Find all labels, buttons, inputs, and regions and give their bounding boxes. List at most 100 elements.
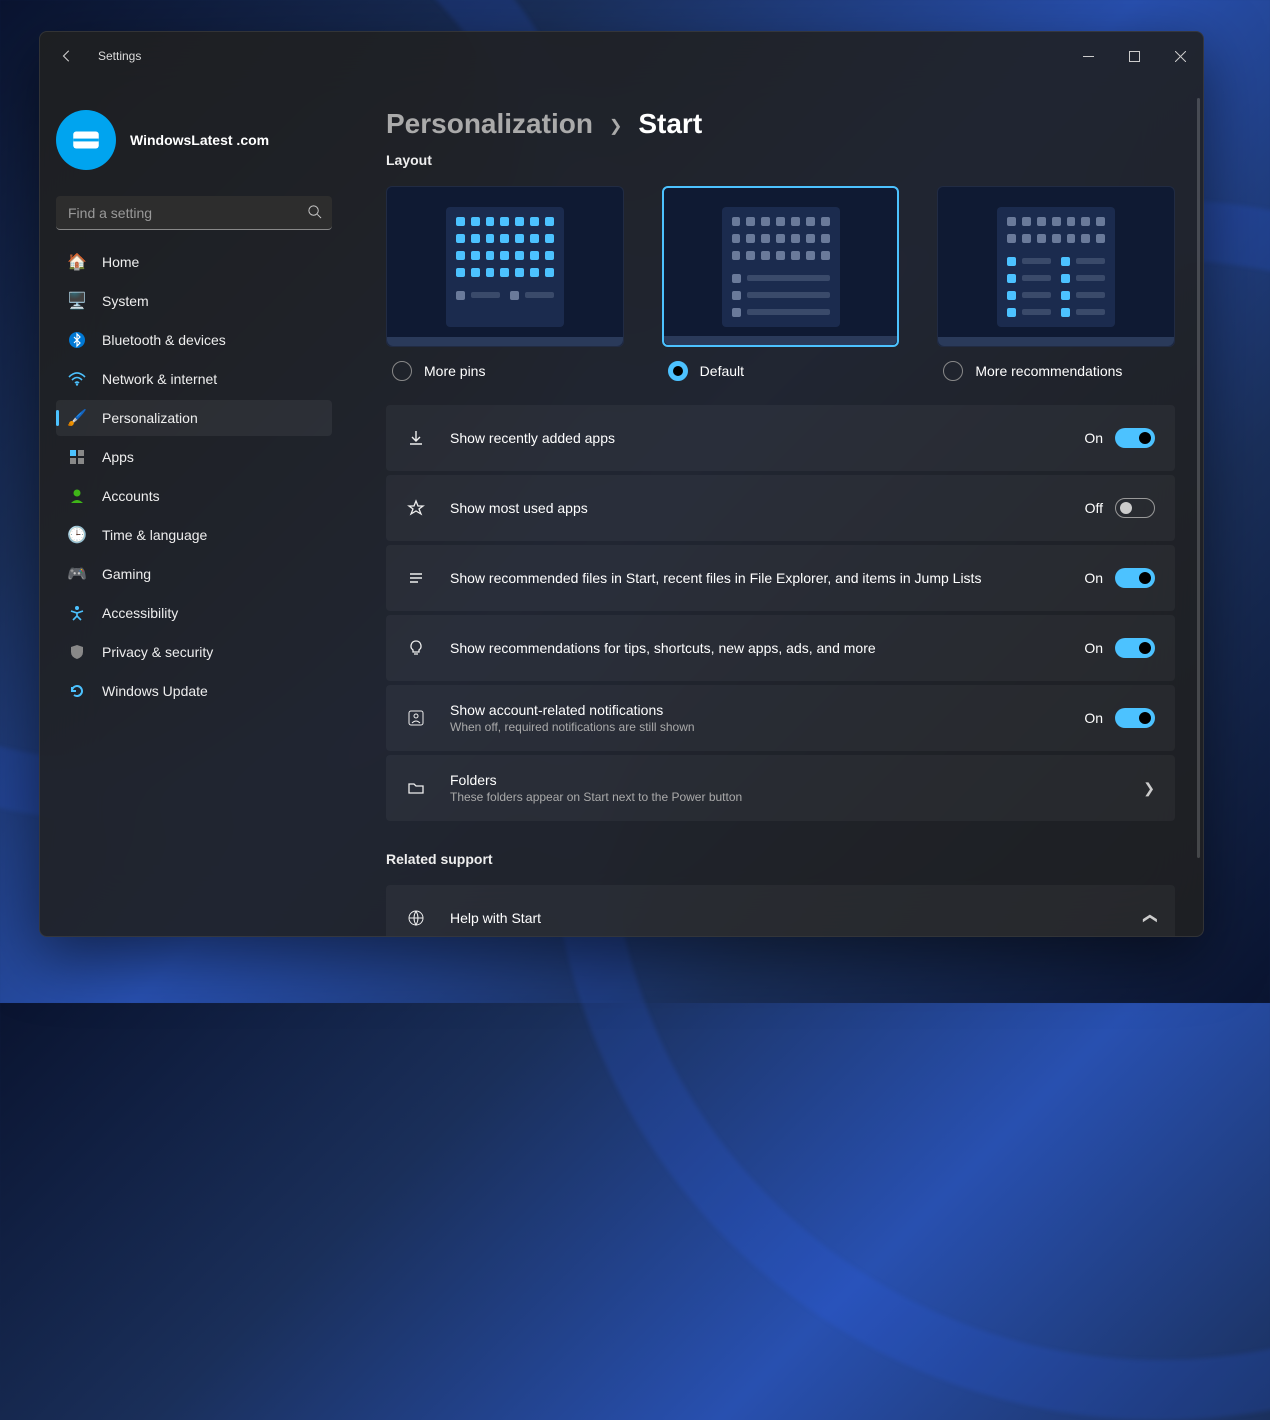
nav-accounts[interactable]: Accounts bbox=[56, 478, 332, 514]
nav-privacy[interactable]: Privacy & security bbox=[56, 634, 332, 670]
star-icon bbox=[406, 498, 426, 518]
nav-time[interactable]: 🕒 Time & language bbox=[56, 517, 332, 553]
related-heading: Related support bbox=[386, 851, 1175, 867]
main-content: Personalization ❯ Start Layout bbox=[348, 80, 1203, 936]
nav-label: Gaming bbox=[102, 566, 151, 582]
nav-personalization[interactable]: 🖌️Personalization bbox=[56, 400, 332, 436]
layout-more-pins-thumb bbox=[386, 186, 624, 347]
close-button[interactable] bbox=[1157, 40, 1203, 72]
nav-apps[interactable]: Apps bbox=[56, 439, 332, 475]
layout-more-recs-thumb bbox=[937, 186, 1175, 347]
nav-home[interactable]: 🏠 Home bbox=[56, 244, 332, 280]
avatar bbox=[56, 110, 116, 170]
setting-tips: Show recommendations for tips, shortcuts… bbox=[386, 615, 1175, 681]
toggle-state: On bbox=[1084, 710, 1103, 726]
apps-icon bbox=[68, 448, 86, 466]
breadcrumb: Personalization ❯ Start bbox=[386, 108, 1175, 140]
breadcrumb-current: Start bbox=[638, 108, 702, 140]
accessibility-icon bbox=[68, 604, 86, 622]
sidebar: WindowsLatest .com 🏠 Home 🖥️ System Blueto… bbox=[40, 80, 348, 936]
person-icon bbox=[68, 487, 86, 505]
radio-icon bbox=[943, 361, 963, 381]
system-icon: 🖥️ bbox=[68, 292, 86, 310]
layout-heading: Layout bbox=[386, 152, 1175, 168]
nav-system[interactable]: 🖥️ System bbox=[56, 283, 332, 319]
shield-icon bbox=[68, 643, 86, 661]
toggle[interactable] bbox=[1115, 708, 1155, 728]
toggle-state: Off bbox=[1085, 500, 1103, 516]
toggle-state: On bbox=[1084, 430, 1103, 446]
toggle[interactable] bbox=[1115, 568, 1155, 588]
nav-label: Windows Update bbox=[102, 683, 208, 699]
toggle-state: On bbox=[1084, 570, 1103, 586]
chevron-right-icon: ❯ bbox=[609, 116, 622, 136]
gamepad-icon: 🎮 bbox=[68, 565, 86, 583]
breadcrumb-parent[interactable]: Personalization bbox=[386, 108, 593, 140]
nav-accessibility[interactable]: Accessibility bbox=[56, 595, 332, 631]
nav-label: Network & internet bbox=[102, 371, 217, 387]
clock-icon: 🕒 bbox=[68, 526, 86, 544]
layout-label: More pins bbox=[424, 363, 485, 379]
toggle-state: On bbox=[1084, 640, 1103, 656]
layout-label: Default bbox=[700, 363, 744, 379]
layout-more-pins[interactable]: More pins bbox=[386, 186, 624, 395]
nav-label: System bbox=[102, 293, 149, 309]
back-button[interactable] bbox=[58, 47, 76, 65]
layout-label: More recommendations bbox=[975, 363, 1122, 379]
nav-label: Home bbox=[102, 254, 139, 270]
nav-label: Accessibility bbox=[102, 605, 178, 621]
help-with-start[interactable]: Help with Start ❯ bbox=[386, 885, 1175, 936]
scrollbar[interactable] bbox=[1197, 98, 1200, 858]
nav-label: Privacy & security bbox=[102, 644, 213, 660]
window-title: Settings bbox=[98, 49, 141, 63]
nav-network[interactable]: Network & internet bbox=[56, 361, 332, 397]
account-box-icon bbox=[406, 708, 426, 728]
setting-title: Show account-related notifications bbox=[450, 702, 1060, 718]
list-icon bbox=[406, 568, 426, 588]
bluetooth-icon bbox=[68, 331, 86, 349]
folder-icon bbox=[406, 778, 426, 798]
search-icon[interactable] bbox=[307, 204, 322, 224]
update-icon bbox=[68, 682, 86, 700]
nav-label: Apps bbox=[102, 449, 134, 465]
setting-title: Show recently added apps bbox=[450, 430, 1060, 446]
setting-title: Show recommendations for tips, shortcuts… bbox=[450, 640, 1060, 656]
setting-account-notifications: Show account-related notificationsWhen o… bbox=[386, 685, 1175, 751]
profile-name: WindowsLatest .com bbox=[130, 132, 269, 148]
nav-label: Bluetooth & devices bbox=[102, 332, 226, 348]
setting-title: Help with Start bbox=[450, 910, 1119, 926]
chevron-right-icon: ❯ bbox=[1143, 780, 1155, 797]
maximize-button[interactable] bbox=[1111, 40, 1157, 72]
settings-window: Settings WindowsLatest .com 🏠 Home bbox=[39, 31, 1204, 937]
nav-label: Accounts bbox=[102, 488, 160, 504]
titlebar: Settings bbox=[40, 32, 1203, 80]
brush-icon: 🖌️ bbox=[68, 409, 86, 427]
minimize-button[interactable] bbox=[1065, 40, 1111, 72]
toggle[interactable] bbox=[1115, 428, 1155, 448]
wifi-icon bbox=[68, 370, 86, 388]
profile[interactable]: WindowsLatest .com bbox=[56, 90, 332, 196]
toggle[interactable] bbox=[1115, 498, 1155, 518]
setting-folders[interactable]: Folders These folders appear on Start nex… bbox=[386, 755, 1175, 821]
setting-title: Show most used apps bbox=[450, 500, 1061, 516]
home-icon: 🏠 bbox=[68, 253, 86, 271]
nav-gaming[interactable]: 🎮 Gaming bbox=[56, 556, 332, 592]
radio-icon bbox=[392, 361, 412, 381]
layout-default[interactable]: Default bbox=[662, 186, 900, 395]
setting-most-used: Show most used apps Off bbox=[386, 475, 1175, 541]
nav-update[interactable]: Windows Update bbox=[56, 673, 332, 709]
chevron-up-icon: ❯ bbox=[1141, 912, 1158, 924]
download-icon bbox=[406, 428, 426, 448]
setting-title: Show recommended files in Start, recent … bbox=[450, 570, 1060, 586]
nav: 🏠 Home 🖥️ System Bluetooth & devices Netwo… bbox=[56, 244, 332, 709]
search-input[interactable] bbox=[56, 196, 332, 230]
setting-title: Folders bbox=[450, 772, 1119, 788]
setting-subtitle: These folders appear on Start next to th… bbox=[450, 790, 1119, 804]
toggle[interactable] bbox=[1115, 638, 1155, 658]
globe-icon bbox=[406, 908, 426, 928]
layout-more-recommendations[interactable]: More recommendations bbox=[937, 186, 1175, 395]
lightbulb-icon bbox=[406, 638, 426, 658]
setting-recently-added: Show recently added apps On bbox=[386, 405, 1175, 471]
nav-bluetooth[interactable]: Bluetooth & devices bbox=[56, 322, 332, 358]
nav-label: Time & language bbox=[102, 527, 207, 543]
